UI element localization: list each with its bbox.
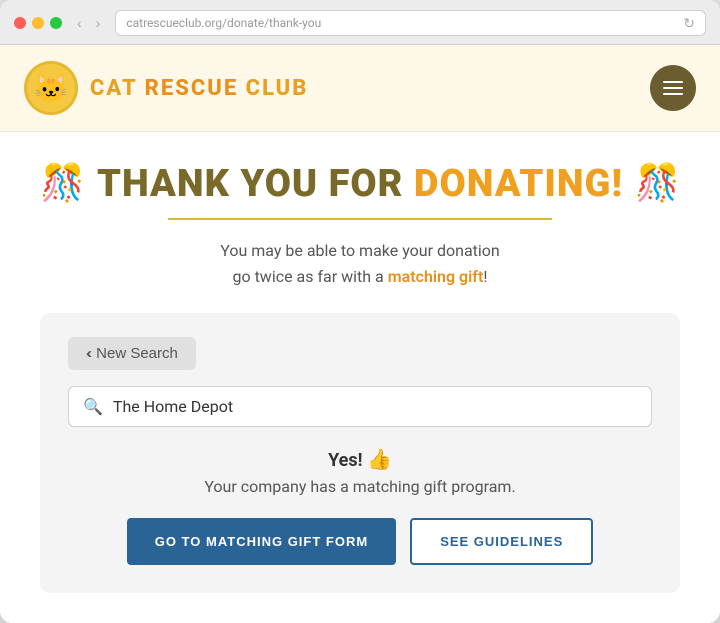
result-section: Yes! 👍 Your company has a matching gift …	[68, 447, 652, 565]
search-card: ‹ ‹ New Search 🔍 The Home Depot Yes! 👍 Y…	[40, 313, 680, 593]
subtitle: You may be able to make your donationgo …	[40, 238, 680, 289]
yes-text: Yes!	[328, 450, 362, 471]
menu-line-2	[663, 87, 683, 89]
search-input-value: The Home Depot	[113, 397, 233, 416]
main-content: 🎊 🎊 THANK YOU FOR DONATING! You may be a…	[0, 132, 720, 623]
address-bar[interactable]: catrescueclub.org/donate/thank-you ↻	[115, 10, 706, 36]
traffic-lights	[14, 17, 62, 29]
search-icon: 🔍	[83, 397, 103, 416]
action-buttons: GO TO MATCHING GIFT FORM SEE GUIDELINES	[68, 518, 652, 565]
thank-you-section: 🎊 🎊 THANK YOU FOR DONATING! You may be a…	[40, 162, 680, 289]
divider	[168, 218, 552, 220]
confetti-right-icon: 🎊	[635, 162, 680, 204]
forward-button[interactable]: ›	[91, 13, 106, 33]
menu-line-1	[663, 81, 683, 83]
site-title: CAT RESCUE CLUB	[90, 76, 308, 101]
title-club: CLUB	[238, 76, 308, 101]
site-header: 🐱 CAT RESCUE CLUB	[0, 45, 720, 132]
confetti-left-icon: 🎊	[40, 162, 85, 204]
back-button[interactable]: ‹	[72, 13, 87, 33]
go-to-matching-gift-form-button[interactable]: GO TO MATCHING GIFT FORM	[127, 518, 396, 565]
minimize-button[interactable]	[32, 17, 44, 29]
address-text: catrescueclub.org/donate/thank-you	[126, 16, 683, 30]
thank-you-heading: THANK YOU FOR DONATING!	[40, 162, 680, 206]
nav-buttons: ‹ ›	[72, 13, 105, 33]
thumbs-up-icon: 👍	[367, 447, 392, 471]
heading-donating: DONATING!	[414, 162, 623, 206]
new-search-label: ‹ New Search	[87, 345, 178, 362]
browser-window: ‹ › catrescueclub.org/donate/thank-you ↻…	[0, 0, 720, 623]
matching-gift-link[interactable]: matching gift	[388, 267, 484, 286]
reload-button[interactable]: ↻	[683, 15, 695, 32]
title-rescue: RESCUE	[145, 76, 239, 101]
logo-icon: 🐱	[24, 61, 78, 115]
cat-emoji: 🐱	[34, 72, 69, 105]
new-search-button[interactable]: ‹ ‹ New Search	[68, 337, 196, 370]
close-button[interactable]	[14, 17, 26, 29]
heading-part1: THANK YOU FOR	[97, 162, 414, 206]
menu-line-3	[663, 93, 683, 95]
result-description: Your company has a matching gift program…	[68, 477, 652, 496]
maximize-button[interactable]	[50, 17, 62, 29]
result-yes-line: Yes! 👍	[68, 447, 652, 471]
title-cat: CAT	[90, 76, 145, 101]
menu-button[interactable]	[650, 65, 696, 111]
see-guidelines-button[interactable]: SEE GUIDELINES	[410, 518, 593, 565]
browser-chrome: ‹ › catrescueclub.org/donate/thank-you ↻	[0, 0, 720, 45]
logo-area: 🐱 CAT RESCUE CLUB	[24, 61, 308, 115]
search-input-wrap[interactable]: 🔍 The Home Depot	[68, 386, 652, 427]
